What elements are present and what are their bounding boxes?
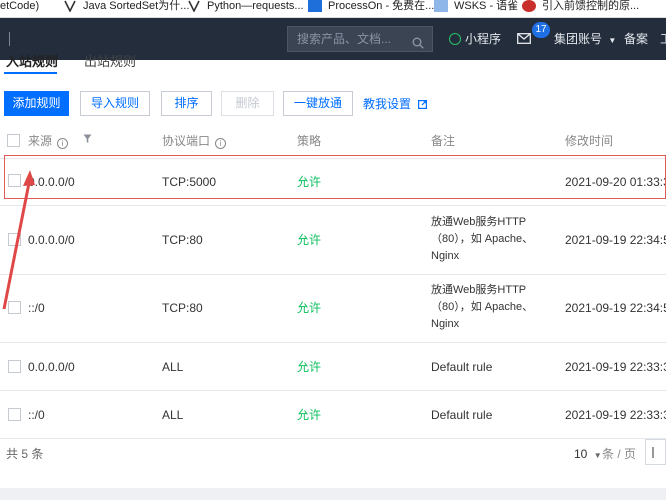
bookmark-favicon-icon bbox=[187, 0, 201, 13]
table-row: ::/0 TCP:80 允许 放通Web服务HTTP（80），如 Apache、… bbox=[0, 275, 666, 343]
cell-source: 0.0.0.0/0 bbox=[28, 360, 75, 374]
rule-tabs: 入站规则 出站规则 bbox=[0, 54, 666, 74]
cell-note: Default rule bbox=[431, 360, 493, 374]
one-click-allow-button[interactable]: 一键放通 bbox=[283, 91, 353, 116]
bookmark-label: Python—requests... bbox=[207, 0, 304, 12]
cell-time: 2021-09-19 22:34:53 bbox=[565, 301, 666, 315]
beian-link[interactable]: 备案 bbox=[624, 32, 648, 46]
account-label: 集团账号 bbox=[554, 32, 603, 46]
processon-favicon-icon bbox=[308, 0, 322, 12]
caret-down-icon: ▼ bbox=[593, 451, 602, 460]
cell-note: 放通Web服务HTTP（80），如 Apache、Nginx bbox=[431, 216, 534, 262]
mini-program-label: 小程序 bbox=[465, 32, 502, 46]
cell-port: ALL bbox=[162, 360, 184, 374]
annotation-highlight-box bbox=[4, 155, 666, 199]
per-page-label: 条 / 页 bbox=[602, 447, 637, 461]
nav-divider bbox=[9, 32, 10, 46]
mail-badge: 17 bbox=[532, 22, 550, 38]
first-page-button[interactable] bbox=[645, 439, 666, 465]
rules-panel: 添加规则 导入规则 排序 删除 一键放通 教我设置 来源 i 协议端口 i 策略 备… bbox=[0, 74, 666, 488]
search-icon[interactable] bbox=[412, 33, 424, 49]
import-rule-button[interactable]: 导入规则 bbox=[80, 91, 150, 116]
account-menu[interactable]: 集团账号 ▼ bbox=[554, 32, 616, 48]
cell-time: 2021-09-19 22:33:31 bbox=[565, 408, 666, 422]
page-size-select[interactable]: 10 ▼ bbox=[574, 447, 602, 463]
cell-note: 放通Web服务HTTP（80），如 Apache、Nginx bbox=[431, 284, 534, 330]
external-link-icon bbox=[418, 98, 428, 112]
tutorial-link[interactable]: 教我设置 bbox=[363, 97, 428, 112]
table-header: 来源 i 协议端口 i 策略 备注 修改时间 bbox=[0, 123, 666, 159]
row-checkbox[interactable] bbox=[8, 408, 21, 421]
bookmark-item[interactable]: Python—requests... bbox=[187, 0, 304, 17]
cell-port: TCP:80 bbox=[162, 233, 203, 247]
yuque-favicon-icon bbox=[434, 0, 448, 12]
bookmark-label: Java SortedSet为什... bbox=[83, 0, 190, 12]
search-placeholder: 搜索产品、文档... bbox=[297, 32, 392, 46]
bookmark-label: WSKS - 语雀 bbox=[454, 0, 519, 12]
header-protocol-port-label: 协议端口 bbox=[162, 134, 211, 148]
chevron-down-icon: ▼ bbox=[608, 36, 617, 45]
info-icon[interactable]: i bbox=[57, 138, 69, 149]
more-link[interactable]: 工 bbox=[660, 32, 666, 46]
select-all-checkbox[interactable] bbox=[7, 134, 20, 147]
total-count: 共 5 条 bbox=[6, 447, 44, 461]
bookmark-item[interactable]: Java SortedSet为什... bbox=[63, 0, 190, 17]
mini-program-icon bbox=[449, 33, 461, 45]
bookmark-label: etCode) bbox=[0, 0, 40, 12]
bookmark-item[interactable]: ProcessOn - 免费在... bbox=[308, 0, 435, 17]
header-source-label: 来源 bbox=[28, 134, 53, 148]
filter-icon[interactable] bbox=[83, 133, 92, 147]
bookmark-label: 引入前馈控制的原... bbox=[542, 0, 640, 12]
cell-time: 2021-09-19 22:33:34 bbox=[565, 360, 666, 374]
bookmark-label: ProcessOn - 免费在... bbox=[328, 0, 435, 12]
page-bottom-background bbox=[0, 488, 666, 500]
cell-source: ::/0 bbox=[28, 408, 45, 422]
tab-inbound[interactable]: 入站规则 bbox=[6, 54, 58, 70]
bookmarks-bar: etCode) Java SortedSet为什... Python—reque… bbox=[0, 0, 666, 18]
header-source: 来源 i bbox=[28, 134, 69, 149]
info-icon[interactable]: i bbox=[215, 138, 227, 149]
header-policy: 策略 bbox=[297, 134, 322, 148]
row-checkbox[interactable] bbox=[8, 360, 21, 373]
bookmark-item[interactable]: etCode) bbox=[0, 0, 40, 17]
first-page-icon bbox=[652, 447, 654, 458]
mini-program-link[interactable]: 小程序 bbox=[449, 32, 501, 46]
cell-policy: 允许 bbox=[297, 360, 322, 374]
header-protocol-port: 协议端口 i bbox=[162, 134, 227, 149]
table-row: 0.0.0.0/0 ALL 允许 Default rule 2021-09-19… bbox=[0, 343, 666, 391]
tab-outbound[interactable]: 出站规则 bbox=[84, 54, 136, 70]
header-note: 备注 bbox=[431, 134, 456, 148]
sort-button[interactable]: 排序 bbox=[161, 91, 212, 116]
csdn-favicon-icon bbox=[522, 0, 536, 12]
cell-port: TCP:80 bbox=[162, 301, 203, 315]
bookmark-favicon-icon bbox=[63, 0, 77, 13]
add-rule-button[interactable]: 添加规则 bbox=[4, 91, 69, 116]
table-row: ::/0 ALL 允许 Default rule 2021-09-19 22:3… bbox=[0, 391, 666, 439]
cell-note: Default rule bbox=[431, 408, 493, 422]
delete-button[interactable]: 删除 bbox=[221, 91, 274, 116]
bookmark-item[interactable]: WSKS - 语雀 bbox=[434, 0, 519, 17]
cell-port: ALL bbox=[162, 408, 184, 422]
annotation-arrow-icon bbox=[2, 170, 35, 310]
page-size-value: 10 bbox=[574, 447, 588, 461]
header-modified: 修改时间 bbox=[565, 134, 614, 148]
mail-icon[interactable] bbox=[517, 33, 531, 47]
tutorial-label: 教我设置 bbox=[363, 97, 412, 111]
bookmark-item[interactable]: 引入前馈控制的原... bbox=[522, 0, 640, 17]
cell-policy: 允许 bbox=[297, 233, 322, 247]
cell-time: 2021-09-19 22:34:53 bbox=[565, 233, 666, 247]
search-input[interactable]: 搜索产品、文档... bbox=[287, 26, 433, 52]
cell-policy: 允许 bbox=[297, 301, 322, 315]
table-row: 0.0.0.0/0 TCP:80 允许 放通Web服务HTTP（80），如 Ap… bbox=[0, 206, 666, 275]
cell-policy: 允许 bbox=[297, 408, 322, 422]
